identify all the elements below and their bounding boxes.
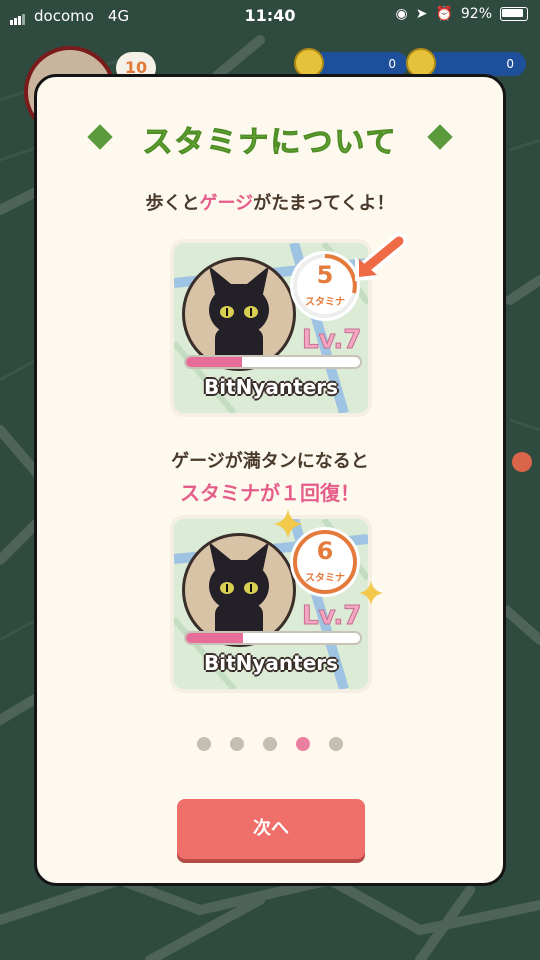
location-arrow-icon: ➤	[415, 6, 428, 22]
stamina-value: 6	[316, 537, 334, 565]
instruction-line-1-pre: 歩くと	[145, 193, 200, 214]
pagination-dot[interactable]	[329, 737, 343, 751]
stamina-label: スタミナ	[305, 297, 345, 308]
pagination-dot[interactable]	[296, 737, 310, 751]
battery-icon	[500, 7, 528, 21]
black-cat-icon	[209, 266, 269, 368]
status-bar: docomo 4G 11:40 ◉ ➤ ⏰ 92%	[0, 0, 540, 32]
next-button[interactable]: 次へ	[177, 799, 365, 859]
pagination-dots	[37, 737, 503, 751]
instruction-line-1-post: がたまってくよ！	[253, 193, 395, 214]
stamina-gauge-fill	[186, 633, 244, 643]
modal-title: スタミナについて	[142, 125, 398, 161]
pagination-dot[interactable]	[197, 737, 211, 751]
instruction-line-1-emph: ゲージ	[199, 193, 254, 214]
black-cat-icon	[209, 542, 269, 644]
instruction-line-2: ゲージが満タンになると	[171, 451, 369, 472]
instruction-line-3: スタミナが１回復！	[180, 481, 360, 505]
stamina-label: スタミナ	[305, 573, 345, 584]
map-marker-icon	[512, 452, 532, 472]
sparkle-icon	[359, 581, 383, 605]
stamina-tutorial-modal: スタミナについて 歩くとゲージがたまってくよ！ 5 スタミナ Lv.7 BitN…	[34, 74, 506, 886]
stamina-gauge	[184, 355, 362, 369]
battery-percent: 92%	[460, 6, 492, 22]
instruction-line-1: 歩くとゲージがたまってくよ！	[37, 189, 503, 215]
profile-card-after: 6 スタミナ Lv.7 BitNyanters	[174, 519, 368, 689]
level-label: Lv.7	[301, 325, 362, 356]
stamina-gauge-fill	[186, 357, 242, 367]
lock-rotation-icon: ◉	[395, 6, 408, 22]
profile-card-before: 5 スタミナ Lv.7 BitNyanters	[174, 243, 368, 413]
alarm-icon: ⏰	[435, 6, 453, 22]
player-name: BitNyanters	[203, 651, 339, 675]
pagination-dot[interactable]	[230, 737, 244, 751]
sparkle-icon	[273, 509, 303, 539]
stamina-gauge	[184, 631, 362, 645]
player-name: BitNyanters	[203, 375, 339, 399]
pagination-dot[interactable]	[263, 737, 277, 751]
level-label: Lv.7	[301, 601, 362, 632]
cat-avatar	[182, 533, 296, 647]
cat-avatar	[182, 257, 296, 371]
pointer-arrow-icon	[355, 233, 407, 281]
